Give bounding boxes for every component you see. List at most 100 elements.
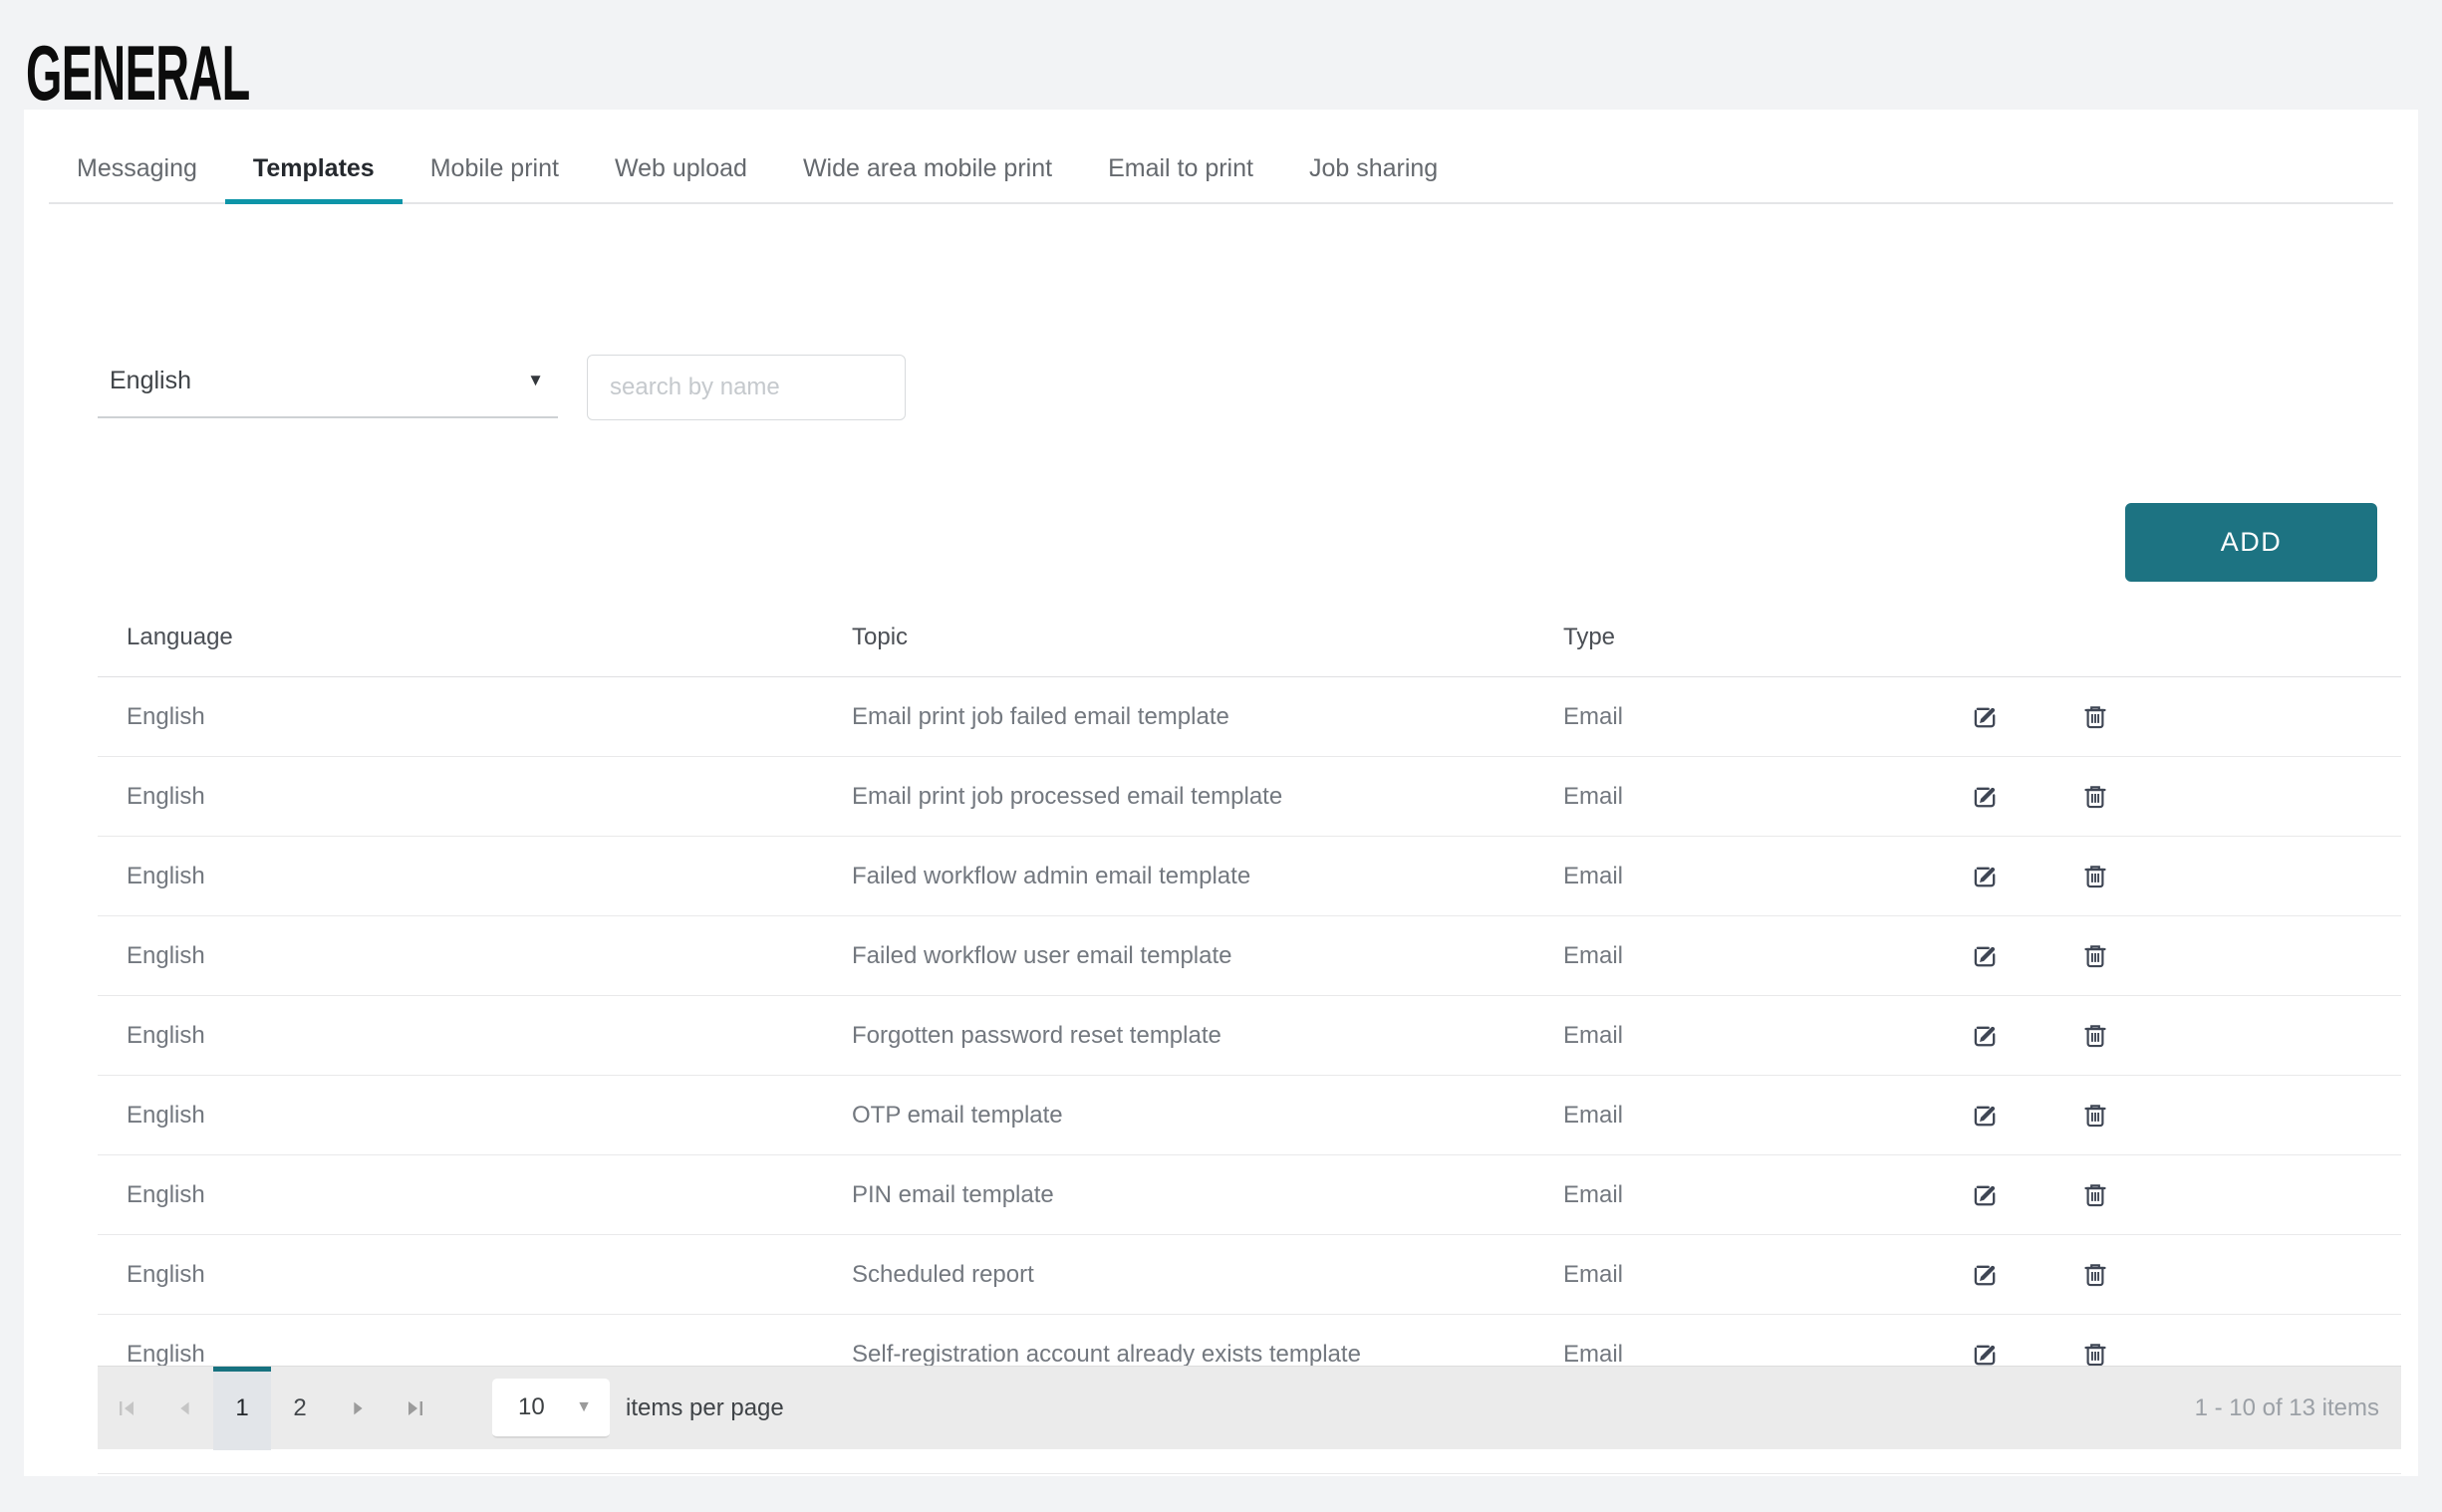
column-header-topic: Topic bbox=[823, 624, 1534, 651]
trash-icon bbox=[2081, 1261, 2109, 1289]
cell-language: English bbox=[98, 863, 823, 890]
next-page-button[interactable] bbox=[329, 1367, 387, 1450]
trash-icon bbox=[2081, 1341, 2109, 1369]
first-page-icon bbox=[115, 1396, 138, 1420]
trash-icon bbox=[2081, 1022, 2109, 1050]
filter-row: English ▼ bbox=[98, 345, 906, 420]
previous-page-button[interactable] bbox=[155, 1367, 213, 1450]
cell-topic: Forgotten password reset template bbox=[823, 1022, 1534, 1050]
edit-icon bbox=[1971, 1180, 2001, 1210]
templates-table: Language Topic Type EnglishEmail print j… bbox=[98, 598, 2401, 1474]
edit-button[interactable] bbox=[1931, 1021, 2040, 1051]
edit-icon bbox=[1971, 782, 2001, 812]
page-title: GENERAL bbox=[26, 28, 250, 119]
delete-button[interactable] bbox=[2040, 942, 2150, 970]
table-row: EnglishEmail print job failed email temp… bbox=[98, 677, 2401, 757]
page-button-2[interactable]: 2 bbox=[271, 1367, 329, 1450]
language-dropdown-value: English bbox=[110, 367, 191, 395]
cell-type: Email bbox=[1534, 863, 1931, 890]
delete-button[interactable] bbox=[2040, 783, 2150, 811]
previous-page-icon bbox=[173, 1397, 195, 1419]
edit-button[interactable] bbox=[1931, 702, 2040, 732]
table-row: EnglishForgotten password reset template… bbox=[98, 996, 2401, 1076]
edit-button[interactable] bbox=[1931, 1180, 2040, 1210]
cell-language: English bbox=[98, 942, 823, 970]
pagination-bar: 1 2 10 ▼ items per page 1 - 10 of 13 ite… bbox=[98, 1366, 2401, 1449]
edit-button[interactable] bbox=[1931, 1101, 2040, 1131]
cell-language: English bbox=[98, 1341, 823, 1369]
trash-icon bbox=[2081, 783, 2109, 811]
page-size-dropdown[interactable]: 10 ▼ bbox=[492, 1379, 610, 1438]
last-page-icon bbox=[404, 1396, 427, 1420]
next-page-icon bbox=[347, 1397, 369, 1419]
delete-button[interactable] bbox=[2040, 1341, 2150, 1369]
cell-type: Email bbox=[1534, 1341, 1931, 1369]
cell-type: Email bbox=[1534, 1261, 1931, 1289]
page-button-1[interactable]: 1 bbox=[213, 1367, 271, 1450]
delete-button[interactable] bbox=[2040, 1181, 2150, 1209]
cell-language: English bbox=[98, 1022, 823, 1050]
trash-icon bbox=[2081, 942, 2109, 970]
edit-button[interactable] bbox=[1931, 1340, 2040, 1370]
cell-language: English bbox=[98, 1102, 823, 1130]
edit-button[interactable] bbox=[1931, 862, 2040, 891]
tab-bar: Messaging Templates Mobile print Web upl… bbox=[49, 135, 2393, 204]
edit-icon bbox=[1971, 1340, 2001, 1370]
tab-mobile-print[interactable]: Mobile print bbox=[403, 135, 587, 202]
cell-topic: Email print job processed email template bbox=[823, 783, 1534, 811]
table-row: EnglishScheduled reportEmail bbox=[98, 1235, 2401, 1315]
tab-wide-area-mobile-print[interactable]: Wide area mobile print bbox=[775, 135, 1080, 202]
delete-button[interactable] bbox=[2040, 1261, 2150, 1289]
cell-language: English bbox=[98, 783, 823, 811]
cell-language: English bbox=[98, 1261, 823, 1289]
edit-icon bbox=[1971, 862, 2001, 891]
column-header-type: Type bbox=[1534, 624, 1931, 651]
cell-topic: Self-registration account already exists… bbox=[823, 1341, 1534, 1369]
table-row: EnglishFailed workflow admin email templ… bbox=[98, 837, 2401, 916]
tab-job-sharing[interactable]: Job sharing bbox=[1281, 135, 1466, 202]
edit-icon bbox=[1971, 1101, 2001, 1131]
language-dropdown[interactable]: English ▼ bbox=[98, 345, 558, 418]
edit-button[interactable] bbox=[1931, 941, 2040, 971]
cell-type: Email bbox=[1534, 1022, 1931, 1050]
items-per-page-label: items per page bbox=[626, 1394, 784, 1422]
trash-icon bbox=[2081, 1181, 2109, 1209]
cell-language: English bbox=[98, 703, 823, 731]
edit-icon bbox=[1971, 941, 2001, 971]
cell-type: Email bbox=[1534, 1181, 1931, 1209]
table-header-row: Language Topic Type bbox=[98, 598, 2401, 677]
trash-icon bbox=[2081, 863, 2109, 890]
search-input[interactable] bbox=[587, 355, 906, 420]
cell-type: Email bbox=[1534, 1102, 1931, 1130]
tab-email-to-print[interactable]: Email to print bbox=[1080, 135, 1281, 202]
last-page-button[interactable] bbox=[387, 1367, 444, 1450]
cell-type: Email bbox=[1534, 942, 1931, 970]
delete-button[interactable] bbox=[2040, 863, 2150, 890]
delete-button[interactable] bbox=[2040, 703, 2150, 731]
tab-messaging[interactable]: Messaging bbox=[49, 135, 225, 202]
tab-templates[interactable]: Templates bbox=[225, 135, 403, 202]
table-row: EnglishOTP email templateEmail bbox=[98, 1076, 2401, 1155]
page-size-value: 10 bbox=[518, 1393, 545, 1421]
edit-button[interactable] bbox=[1931, 1260, 2040, 1290]
edit-button[interactable] bbox=[1931, 782, 2040, 812]
delete-button[interactable] bbox=[2040, 1102, 2150, 1130]
cell-topic: PIN email template bbox=[823, 1181, 1534, 1209]
table-row: EnglishFailed workflow user email templa… bbox=[98, 916, 2401, 996]
trash-icon bbox=[2081, 1102, 2109, 1130]
edit-icon bbox=[1971, 702, 2001, 732]
cell-type: Email bbox=[1534, 703, 1931, 731]
first-page-button[interactable] bbox=[98, 1367, 155, 1450]
cell-topic: Failed workflow user email template bbox=[823, 942, 1534, 970]
delete-button[interactable] bbox=[2040, 1022, 2150, 1050]
cell-topic: Failed workflow admin email template bbox=[823, 863, 1534, 890]
edit-icon bbox=[1971, 1260, 2001, 1290]
cell-topic: Email print job failed email template bbox=[823, 703, 1534, 731]
table-row: EnglishEmail print job processed email t… bbox=[98, 757, 2401, 837]
pagination-range-label: 1 - 10 of 13 items bbox=[2195, 1394, 2379, 1422]
add-button[interactable]: ADD bbox=[2125, 503, 2377, 582]
tab-web-upload[interactable]: Web upload bbox=[587, 135, 775, 202]
column-header-language: Language bbox=[98, 624, 823, 651]
cell-topic: Scheduled report bbox=[823, 1261, 1534, 1289]
edit-icon bbox=[1971, 1021, 2001, 1051]
